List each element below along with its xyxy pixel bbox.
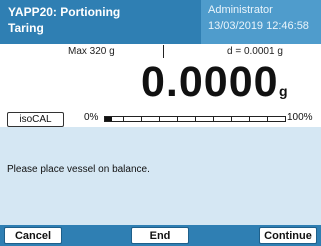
isocal-button[interactable]: isoCAL xyxy=(7,112,64,127)
range-bar-segment xyxy=(123,117,124,121)
step-name: Taring xyxy=(8,21,44,35)
weighing-display: Max 320 g d = 0.0001 g 0.0000 g isoCAL 0… xyxy=(0,44,321,127)
instruction-message: Please place vessel on balance. xyxy=(7,164,150,175)
weighing-range-fill xyxy=(105,117,112,121)
user-name: Administrator xyxy=(208,4,273,16)
max-capacity: Max 320 g xyxy=(68,46,115,57)
user-info-panel: Administrator 13/03/2019 12:46:58 xyxy=(201,0,321,44)
button-bar: Cancel End Continue xyxy=(0,225,321,246)
weight-unit: g xyxy=(279,83,288,99)
continue-button[interactable]: Continue xyxy=(259,227,317,244)
range-min-label: 0% xyxy=(84,112,99,123)
message-area: Please place vessel on balance. xyxy=(0,127,321,225)
range-bar-segment xyxy=(249,117,250,121)
range-max-label: 100% xyxy=(287,112,313,123)
application-title: YAPP20: Portioning Taring xyxy=(8,4,120,36)
range-bar-segment xyxy=(231,117,232,121)
range-bar-segment xyxy=(195,117,196,121)
range-bar-segment xyxy=(177,117,178,121)
cancel-button[interactable]: Cancel xyxy=(4,227,62,244)
application-name: YAPP20: Portioning xyxy=(8,5,121,19)
weight-value: 0.0000 xyxy=(141,58,279,106)
date-time: 13/03/2019 12:46:58 xyxy=(208,20,309,32)
weighing-range-bar xyxy=(104,116,286,122)
end-button[interactable]: End xyxy=(131,227,189,244)
readability: d = 0.0001 g xyxy=(227,46,283,57)
range-bar-segment xyxy=(159,117,160,121)
info-separator xyxy=(163,45,164,58)
title-bar: YAPP20: Portioning Taring Administrator … xyxy=(0,0,321,44)
range-bar-segment xyxy=(213,117,214,121)
range-bar-segment xyxy=(141,117,142,121)
range-bar-segment xyxy=(267,117,268,121)
